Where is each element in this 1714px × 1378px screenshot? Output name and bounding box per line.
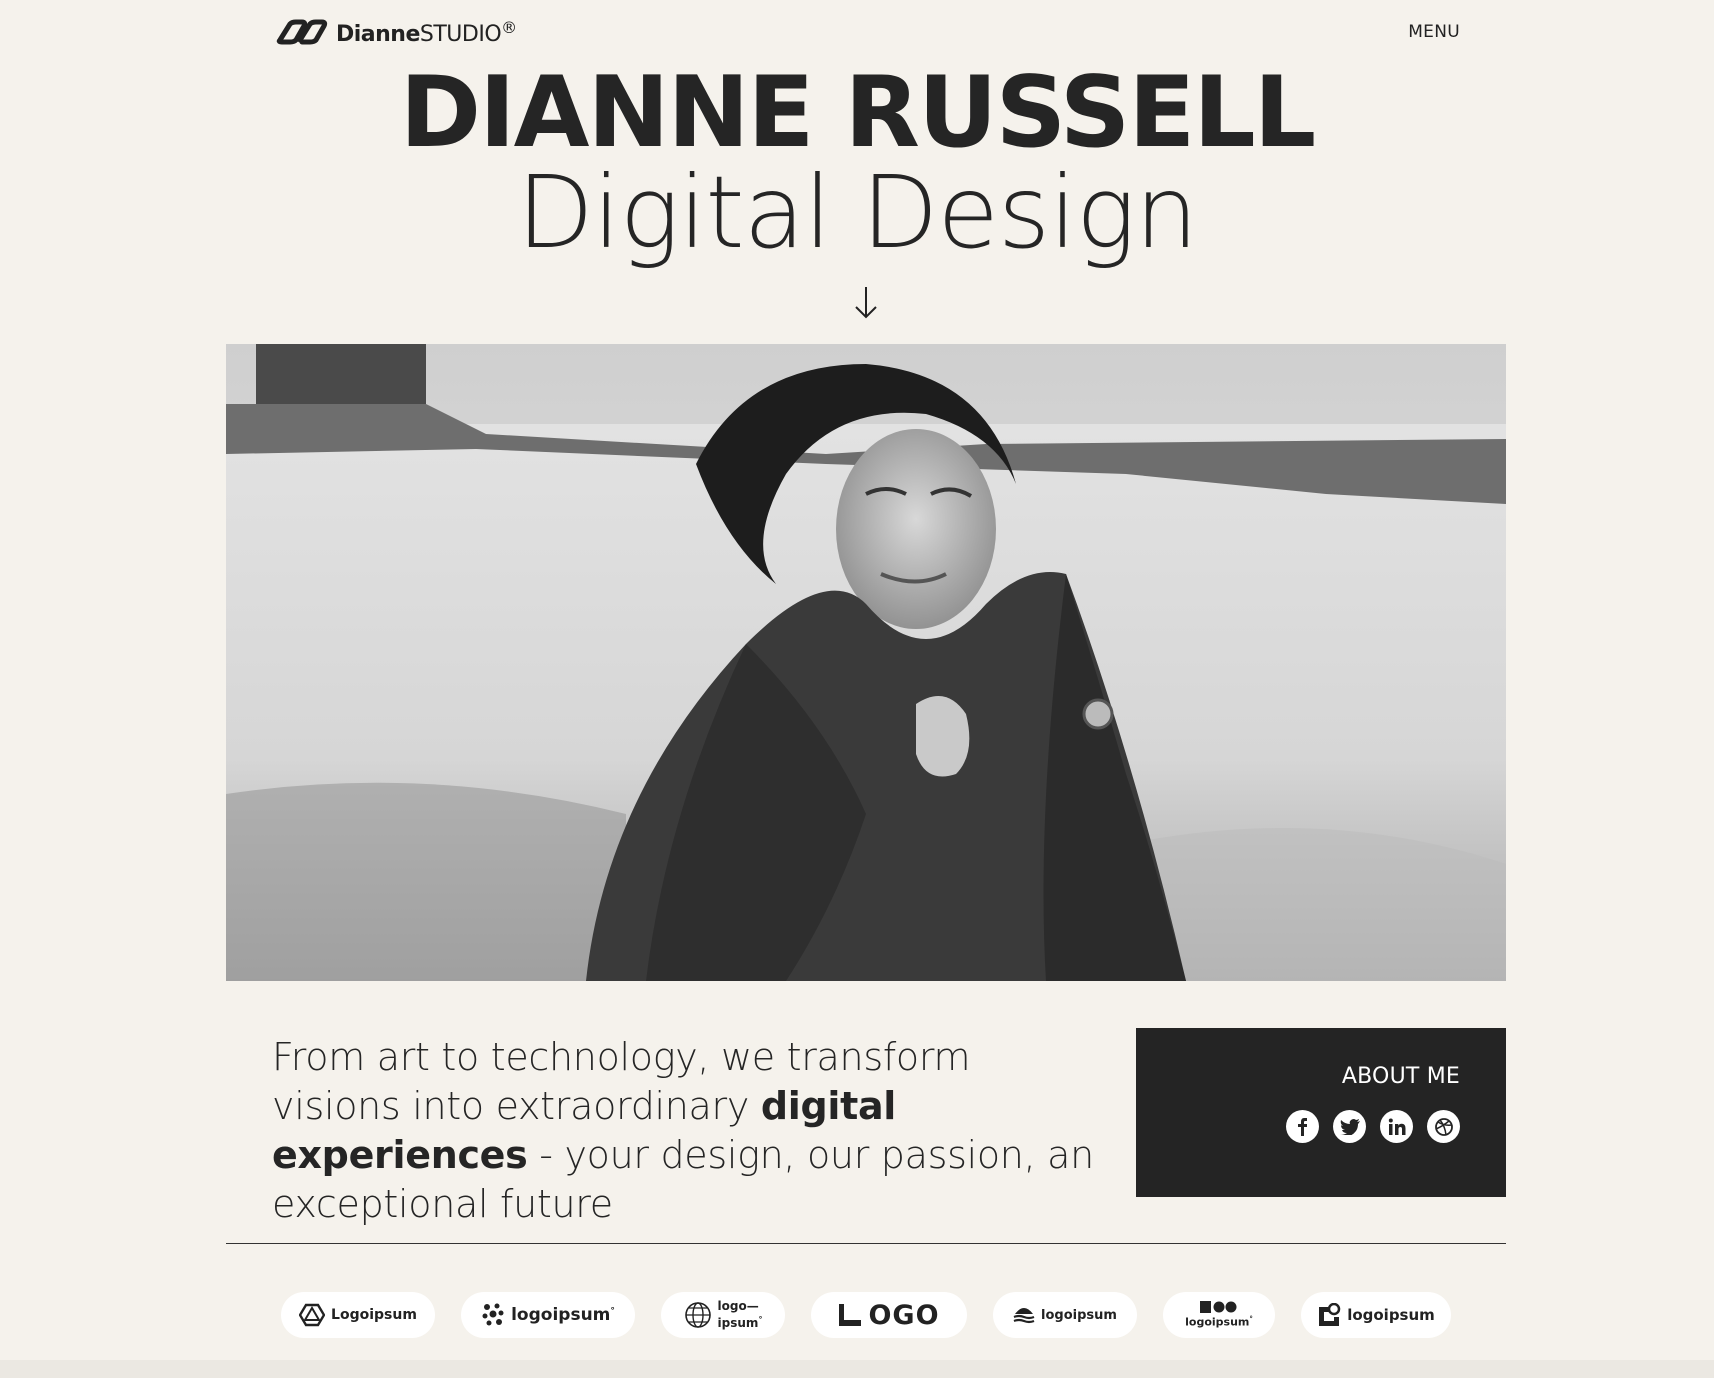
partner-logos: Logoipsum logoipsum° logo— ipsum° OGO log… xyxy=(281,1292,1451,1338)
page-bottom-edge xyxy=(0,1360,1714,1378)
hero-subtitle: Digital Design xyxy=(516,154,1198,271)
brand-logo[interactable]: DianneSTUDIO® xyxy=(272,18,517,47)
menu-button[interactable]: MENU xyxy=(1408,22,1460,42)
partner-logo[interactable]: logoipsum° xyxy=(461,1292,635,1338)
partner-logo[interactable]: logoipsum° xyxy=(1163,1292,1275,1338)
square-logo-icon xyxy=(839,1304,862,1326)
wave-logo-icon xyxy=(482,1303,504,1326)
intro-text: From art to technology, we transform vis… xyxy=(272,1035,1094,1226)
site-header: DianneSTUDIO® MENU xyxy=(272,12,1460,52)
globe-logo-icon xyxy=(684,1302,711,1328)
social-links xyxy=(1286,1110,1460,1143)
dribbble-icon[interactable] xyxy=(1427,1110,1460,1143)
blocks-logo-icon xyxy=(1200,1301,1237,1314)
pin-logo-icon xyxy=(1319,1303,1341,1326)
chain-logo-icon xyxy=(276,19,328,45)
arrow-down-icon[interactable] xyxy=(854,285,878,321)
partner-logo[interactable]: logoipsum xyxy=(1301,1292,1451,1338)
linkedin-icon[interactable] xyxy=(1380,1110,1413,1143)
partner-logo[interactable]: OGO xyxy=(811,1292,967,1338)
hero-title: DIANNE RUSSELL xyxy=(399,56,1316,170)
stack-logo-icon xyxy=(1013,1308,1035,1324)
hero-photo xyxy=(226,344,1506,981)
hexagon-logo-icon xyxy=(299,1303,326,1327)
about-me-link[interactable]: ABOUT ME xyxy=(1342,1064,1460,1089)
section-divider xyxy=(226,1243,1506,1244)
partner-logo[interactable]: logo— ipsum° xyxy=(661,1292,785,1338)
partner-logo[interactable]: logoipsum xyxy=(993,1292,1137,1338)
about-panel: ABOUT ME xyxy=(1136,1028,1506,1197)
brand-name: DianneSTUDIO® xyxy=(336,17,517,47)
twitter-icon[interactable] xyxy=(1333,1110,1366,1143)
facebook-icon[interactable] xyxy=(1286,1110,1319,1143)
partner-logo[interactable]: Logoipsum xyxy=(281,1292,435,1338)
